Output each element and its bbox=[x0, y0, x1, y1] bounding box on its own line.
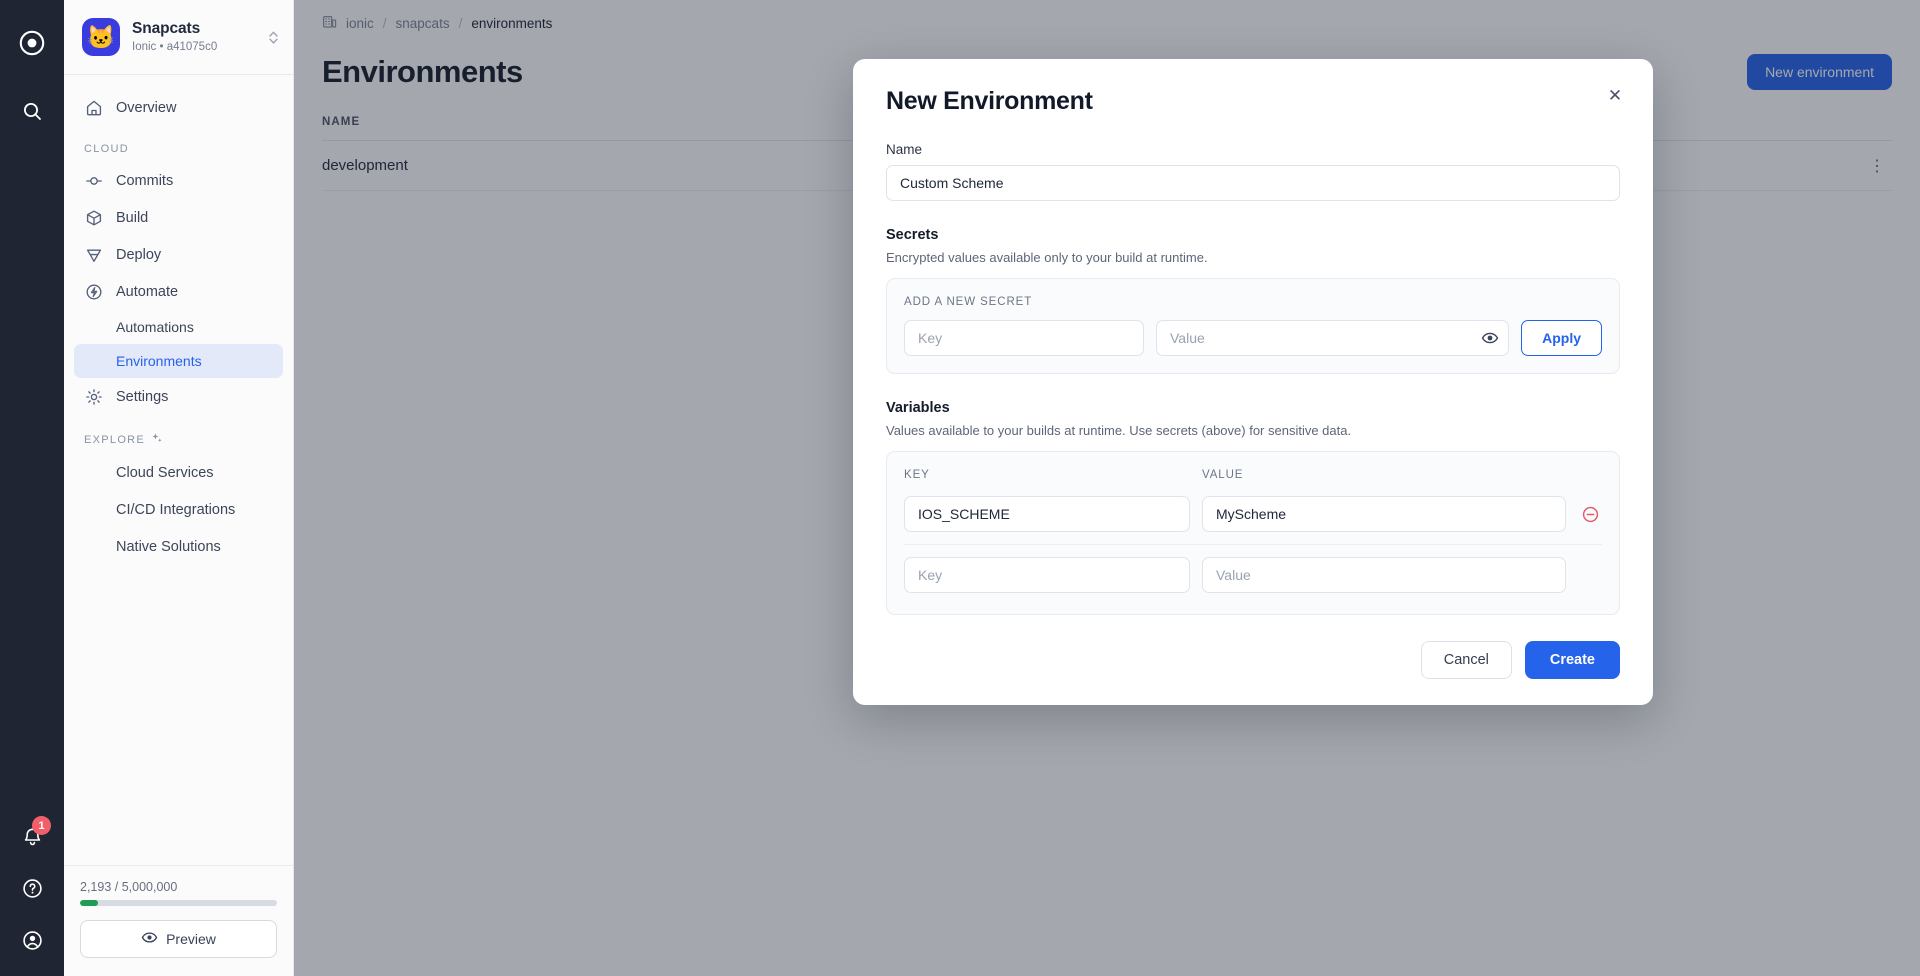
secret-key-input[interactable] bbox=[904, 320, 1144, 356]
sidebar-item-label: Overview bbox=[116, 99, 177, 116]
variable-key-input[interactable] bbox=[904, 496, 1190, 532]
dialog-title: New Environment bbox=[886, 87, 1093, 115]
sidebar-item-native-solutions[interactable]: Native Solutions bbox=[74, 528, 283, 565]
preview-button-label: Preview bbox=[166, 931, 216, 947]
cicd-spacer-icon bbox=[84, 500, 103, 519]
add-secret-row: Apply bbox=[904, 320, 1602, 356]
sidebar-item-label: Cloud Services bbox=[116, 464, 214, 481]
secret-value-wrapper bbox=[1156, 320, 1510, 356]
sidebar-item-overview[interactable]: Overview bbox=[74, 89, 283, 126]
app-root: 1 🐱 Snapcats Ionic • a41075c0 Overview C… bbox=[0, 0, 1920, 976]
sidebar-item-settings[interactable]: Settings bbox=[74, 378, 283, 415]
home-icon bbox=[84, 98, 103, 117]
variables-key-column-header: KEY bbox=[904, 469, 930, 481]
deploy-icon bbox=[84, 245, 103, 264]
sidebar-item-automate[interactable]: Automate bbox=[74, 273, 283, 310]
variables-value-column-header: VALUE bbox=[1202, 469, 1244, 481]
sidebar-item-label: Build bbox=[116, 209, 149, 226]
rail-bottom-actions: 1 bbox=[0, 816, 64, 960]
sparkles-icon bbox=[151, 432, 163, 447]
cancel-button[interactable]: Cancel bbox=[1420, 641, 1512, 679]
sidebar-subitem-label: Environments bbox=[116, 353, 202, 369]
cat-avatar-icon: 🐱 bbox=[82, 18, 120, 56]
sidebar-footer: 2,193 / 5,000,000 Preview bbox=[64, 865, 293, 976]
gear-icon bbox=[84, 387, 103, 406]
notifications-button[interactable]: 1 bbox=[12, 816, 52, 856]
eye-icon bbox=[141, 929, 158, 949]
sidebar-group-label: CLOUD bbox=[84, 143, 130, 155]
eye-icon[interactable] bbox=[1481, 329, 1499, 347]
usage-progress-bar bbox=[80, 900, 277, 906]
sidebar-subitem-label: Automations bbox=[116, 319, 194, 335]
variables-section-title: Variables bbox=[886, 400, 950, 416]
account-circle-icon[interactable] bbox=[12, 920, 52, 960]
sidebar-group-cloud: CLOUD bbox=[74, 126, 283, 162]
sidebar-item-label: Commits bbox=[116, 172, 174, 189]
variables-section-description: Values available to your builds at runti… bbox=[886, 423, 1352, 438]
ionic-logo-icon[interactable] bbox=[19, 30, 45, 61]
project-switcher[interactable]: 🐱 Snapcats Ionic • a41075c0 bbox=[64, 0, 293, 75]
preview-button[interactable]: Preview bbox=[80, 920, 277, 958]
sidebar-item-build[interactable]: Build bbox=[74, 199, 283, 236]
sidebar-item-environments[interactable]: Environments bbox=[74, 344, 283, 378]
secrets-section-title: Secrets bbox=[886, 227, 939, 243]
sidebar-item-label: Automate bbox=[116, 283, 179, 300]
usage-count: 2,193 / 5,000,000 bbox=[80, 880, 178, 894]
main-content: ionic / snapcats / environments Environm… bbox=[294, 0, 1920, 976]
notification-count-badge: 1 bbox=[32, 816, 51, 835]
commit-icon bbox=[84, 171, 103, 190]
variable-row bbox=[904, 545, 1602, 597]
add-secret-label: ADD A NEW SECRET bbox=[904, 296, 1033, 308]
close-icon[interactable]: ✕ bbox=[1601, 81, 1629, 109]
sidebar-group-label: EXPLORE bbox=[84, 433, 146, 446]
variable-row bbox=[904, 492, 1602, 545]
dialog-footer: Cancel Create bbox=[886, 641, 1620, 679]
remove-circle-icon[interactable] bbox=[1578, 506, 1602, 523]
sidebar-item-commits[interactable]: Commits bbox=[74, 162, 283, 199]
variable-value-input[interactable] bbox=[1202, 496, 1566, 532]
usage-progress-fill bbox=[80, 900, 98, 906]
sidebar-item-label: Native Solutions bbox=[116, 538, 221, 555]
sidebar-item-cloud-services[interactable]: Cloud Services bbox=[74, 454, 283, 491]
sidebar-item-label: Settings bbox=[116, 388, 169, 405]
variables-column-headers: KEY VALUE bbox=[904, 469, 1602, 481]
chevron-updown-icon[interactable] bbox=[268, 30, 279, 45]
add-secret-panel: ADD A NEW SECRET Apply bbox=[886, 278, 1620, 374]
sidebar-group-explore: EXPLORE bbox=[74, 415, 283, 454]
variable-key-input[interactable] bbox=[904, 557, 1190, 593]
project-name: Snapcats bbox=[132, 19, 201, 37]
project-subtitle: Ionic • a41075c0 bbox=[132, 41, 218, 54]
create-button[interactable]: Create bbox=[1524, 641, 1620, 679]
secret-value-input[interactable] bbox=[1156, 320, 1510, 356]
sidebar-nav: Overview CLOUD Commits Build Deploy Auto… bbox=[64, 75, 293, 865]
sidebar-item-automations[interactable]: Automations bbox=[74, 310, 283, 344]
search-icon[interactable] bbox=[12, 91, 52, 131]
secrets-section-description: Encrypted values available only to your … bbox=[886, 250, 1208, 265]
name-field-label: Name bbox=[886, 142, 923, 157]
automate-icon bbox=[84, 282, 103, 301]
sidebar-item-cicd-integrations[interactable]: CI/CD Integrations bbox=[74, 491, 283, 528]
project-meta: Snapcats Ionic • a41075c0 bbox=[132, 19, 256, 55]
variables-panel: KEY VALUE bbox=[886, 451, 1620, 615]
sidebar-item-label: CI/CD Integrations bbox=[116, 501, 236, 518]
cube-icon bbox=[84, 208, 103, 227]
environment-name-input[interactable] bbox=[886, 165, 1620, 201]
sidebar-item-deploy[interactable]: Deploy bbox=[74, 236, 283, 273]
sidebar-item-label: Deploy bbox=[116, 246, 162, 263]
icon-rail: 1 bbox=[0, 0, 64, 976]
cloud-services-spacer-icon bbox=[84, 463, 103, 482]
native-spacer-icon bbox=[84, 537, 103, 556]
sidebar: 🐱 Snapcats Ionic • a41075c0 Overview CLO… bbox=[64, 0, 294, 976]
help-circle-icon[interactable] bbox=[12, 868, 52, 908]
apply-secret-button[interactable]: Apply bbox=[1521, 320, 1602, 356]
variable-value-input[interactable] bbox=[1202, 557, 1566, 593]
new-environment-dialog: New Environment ✕ Name Secrets Encrypted… bbox=[853, 59, 1653, 705]
